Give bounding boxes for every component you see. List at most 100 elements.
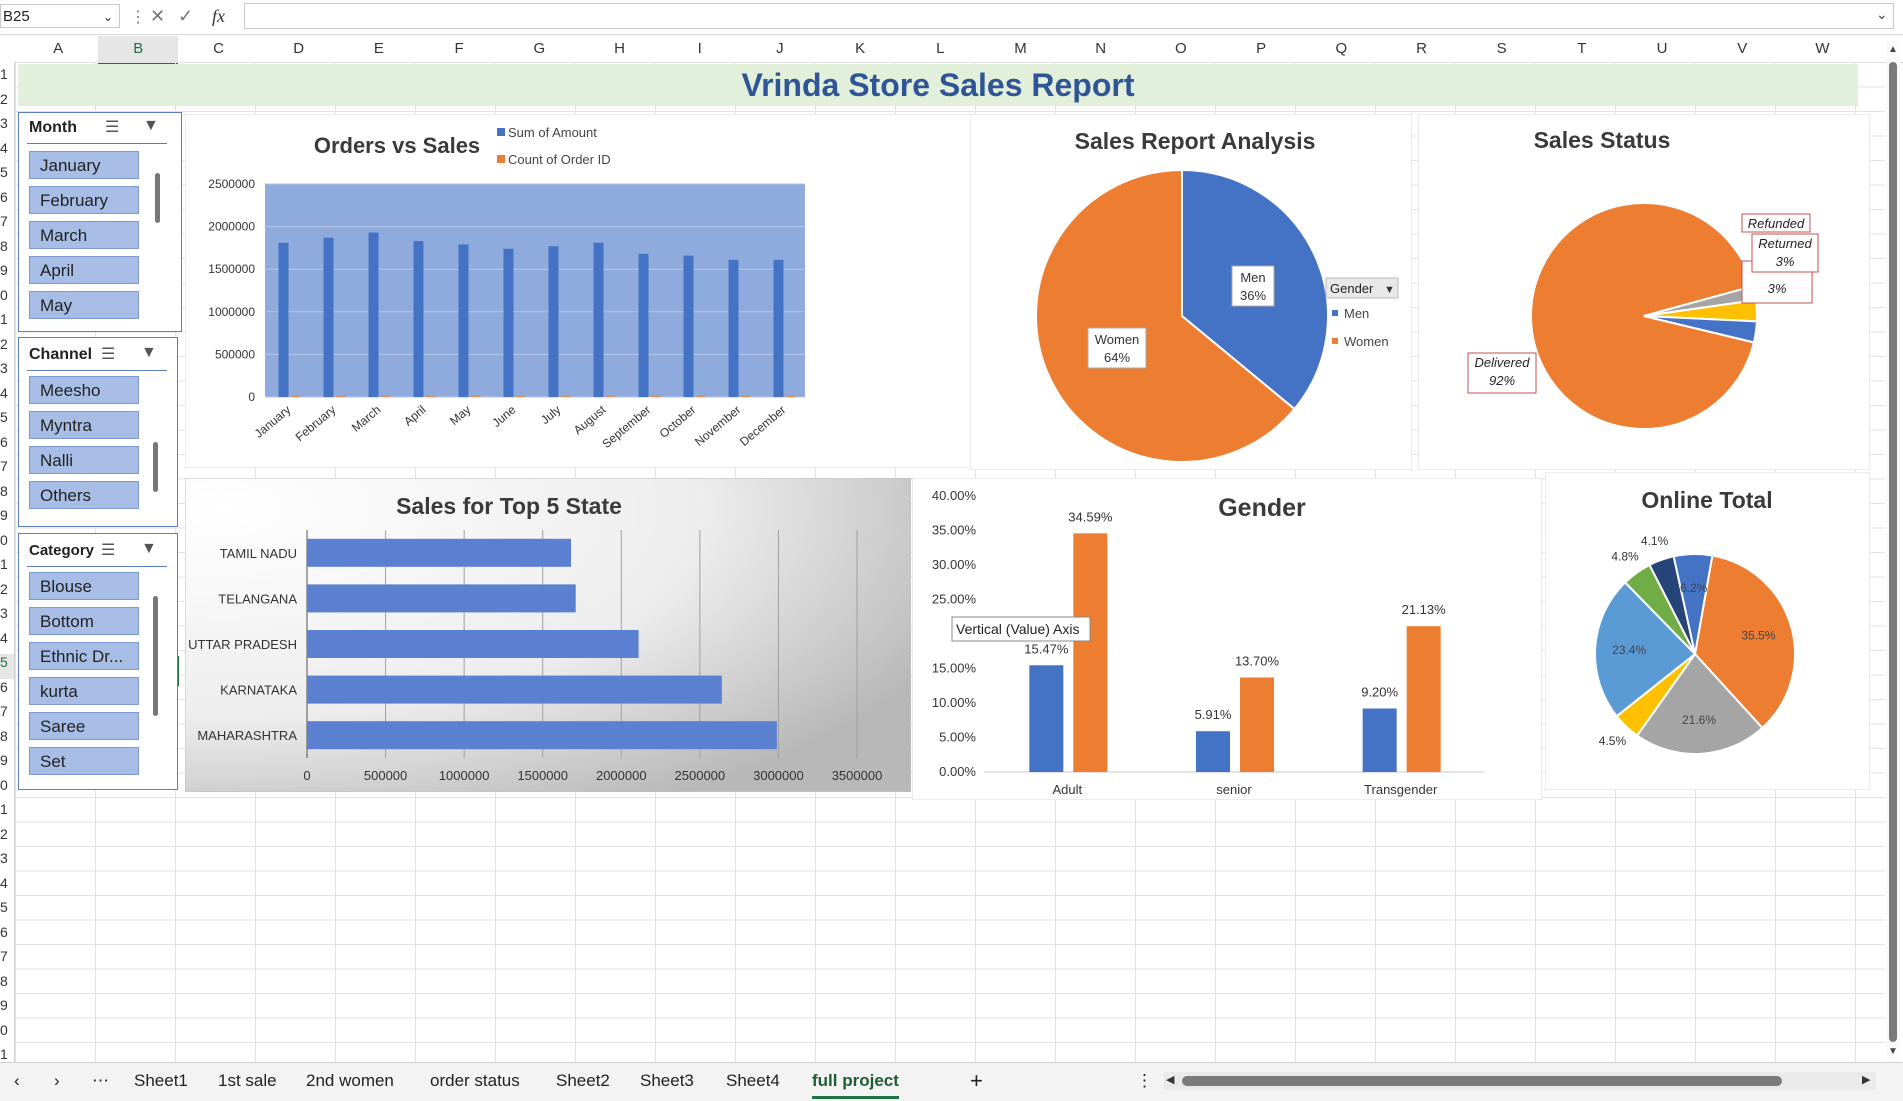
bar-sum-of-amount[interactable]: [548, 246, 559, 397]
bar[interactable]: [307, 675, 722, 704]
column-header-t[interactable]: T: [1542, 36, 1622, 62]
row-header[interactable]: 2: [0, 826, 14, 851]
column-header-l[interactable]: L: [900, 36, 980, 62]
bar[interactable]: [1406, 626, 1441, 772]
tab-1st-sale[interactable]: 1st sale: [218, 1066, 277, 1096]
column-header-j[interactable]: J: [740, 36, 820, 62]
row-header[interactable]: 7: [0, 458, 14, 483]
column-header-b[interactable]: B: [98, 36, 179, 64]
row-header[interactable]: 9: [0, 262, 14, 287]
row-header[interactable]: 1: [0, 556, 14, 581]
vertical-scrollbar[interactable]: ▲ ▼: [1886, 40, 1900, 1062]
bar-sum-of-amount[interactable]: [593, 242, 604, 397]
column-header-p[interactable]: P: [1221, 36, 1301, 62]
name-box[interactable]: B25 ⌄: [0, 4, 120, 28]
scrollbar-thumb[interactable]: [153, 442, 158, 492]
tab-sheet2[interactable]: Sheet2: [556, 1066, 610, 1096]
chevron-down-icon[interactable]: ▼: [1384, 284, 1395, 296]
column-header-h[interactable]: H: [579, 36, 659, 62]
clear-filter-icon[interactable]: ▼: [141, 344, 157, 362]
row-header[interactable]: 7: [0, 948, 14, 973]
column-header-g[interactable]: G: [499, 36, 579, 62]
column-header-e[interactable]: E: [339, 36, 419, 62]
row-header[interactable]: 1: [0, 311, 14, 336]
row-header[interactable]: 3: [0, 360, 14, 385]
bar[interactable]: [1362, 708, 1397, 772]
tab-next-icon[interactable]: ›: [54, 1066, 60, 1096]
bar-count-of-order-id[interactable]: [380, 395, 391, 397]
bar-count-of-order-id[interactable]: [605, 395, 616, 397]
row-header[interactable]: 6: [0, 924, 14, 949]
row-header[interactable]: 9: [0, 507, 14, 532]
column-header-v[interactable]: V: [1702, 36, 1782, 62]
formula-input[interactable]: [244, 3, 1894, 29]
column-header-m[interactable]: M: [980, 36, 1060, 62]
cancel-icon[interactable]: ✕: [150, 6, 165, 27]
sales-report-analysis-chart[interactable]: Sales Report Analysis Men 36% Women 64% Gen…: [970, 114, 1412, 470]
slicer-item-april[interactable]: April: [29, 256, 139, 284]
row-header[interactable]: 8: [0, 728, 14, 753]
scroll-right-icon[interactable]: ▶: [1862, 1073, 1870, 1086]
multi-select-icon[interactable]: ☰: [101, 540, 115, 560]
bar-count-of-order-id[interactable]: [650, 395, 661, 397]
clear-filter-icon[interactable]: ▼: [141, 540, 157, 558]
column-header-r[interactable]: R: [1381, 36, 1461, 62]
column-header-w[interactable]: W: [1782, 36, 1862, 62]
column-header-k[interactable]: K: [820, 36, 900, 62]
scroll-left-icon[interactable]: ◀: [1166, 1073, 1174, 1086]
sales-status-chart[interactable]: Sales Status 3% Refunded Returned 3% Deliver…: [1418, 114, 1870, 470]
slicer-item-blouse[interactable]: Blouse: [29, 572, 139, 600]
row-header[interactable]: 4: [0, 630, 14, 655]
scroll-up-icon[interactable]: ▲: [1888, 44, 1898, 55]
column-header-i[interactable]: I: [660, 36, 740, 62]
add-sheet-icon[interactable]: +: [970, 1066, 983, 1096]
bar-sum-of-amount[interactable]: [683, 255, 694, 397]
row-header[interactable]: 5: [0, 164, 14, 189]
bar[interactable]: [1073, 533, 1108, 772]
row-header[interactable]: 0: [0, 287, 14, 312]
slicer-item-february[interactable]: February: [29, 186, 139, 214]
bar[interactable]: [1029, 665, 1064, 772]
month-slicer[interactable]: Month ☰ ▼ January February March April M…: [18, 112, 182, 332]
scrollbar-thumb[interactable]: [155, 173, 160, 223]
row-header[interactable]: 6: [0, 189, 14, 214]
tab-2nd-women[interactable]: 2nd women: [306, 1066, 394, 1096]
online-total-chart[interactable]: Online Total 35.5% 21.6% 4.5% 23.4% 4.8%4.1%…: [1545, 472, 1870, 790]
slicer-item-march[interactable]: March: [29, 221, 139, 249]
slicer-item-bottom[interactable]: Bottom: [29, 607, 139, 635]
bar-count-of-order-id[interactable]: [290, 395, 301, 397]
slicer-item-kurta[interactable]: kurta: [29, 677, 139, 705]
row-header[interactable]: 8: [0, 973, 14, 998]
column-header-c[interactable]: C: [178, 36, 258, 62]
row-header[interactable]: 5: [0, 654, 14, 679]
slicer-item-set[interactable]: Set: [29, 747, 139, 775]
column-header-f[interactable]: F: [419, 36, 499, 62]
bar[interactable]: [307, 630, 639, 658]
row-header[interactable]: 7: [0, 213, 14, 238]
tab-order-status[interactable]: order status: [430, 1066, 520, 1096]
column-header-n[interactable]: N: [1061, 36, 1141, 62]
insert-function-icon[interactable]: fx: [212, 6, 225, 27]
chevron-down-icon[interactable]: ⌄: [103, 5, 113, 29]
row-header[interactable]: 7: [0, 703, 14, 728]
column-header-u[interactable]: U: [1622, 36, 1702, 62]
category-slicer[interactable]: Category ☰ ▼ Blouse Bottom Ethnic Dr... …: [18, 533, 178, 790]
scrollbar-thumb[interactable]: [1889, 62, 1897, 1042]
slicer-item-meesho[interactable]: Meesho: [29, 376, 139, 404]
bar-sum-of-amount[interactable]: [323, 237, 334, 397]
orders-vs-sales-chart[interactable]: Orders vs Sales Sum of Amount Count of O…: [185, 114, 975, 468]
row-header[interactable]: 3: [0, 850, 14, 875]
gender-chart[interactable]: Gender 40.00%35.00%30.00%25.00%2015.00%1…: [912, 478, 1542, 800]
row-header[interactable]: 0: [0, 777, 14, 802]
horizontal-scrollbar[interactable]: ◀ ▶: [1164, 1072, 1876, 1090]
row-header[interactable]: 8: [0, 238, 14, 263]
bar[interactable]: [1196, 731, 1230, 772]
more-options-icon[interactable]: ⋮: [130, 7, 146, 27]
row-header[interactable]: 0: [0, 532, 14, 557]
bar[interactable]: [1240, 677, 1274, 772]
more-tabs-icon[interactable]: ⋯: [92, 1066, 109, 1096]
scrollbar-thumb[interactable]: [1182, 1076, 1782, 1086]
row-header[interactable]: 5: [0, 409, 14, 434]
bar[interactable]: [307, 584, 576, 613]
bar[interactable]: [307, 721, 777, 750]
